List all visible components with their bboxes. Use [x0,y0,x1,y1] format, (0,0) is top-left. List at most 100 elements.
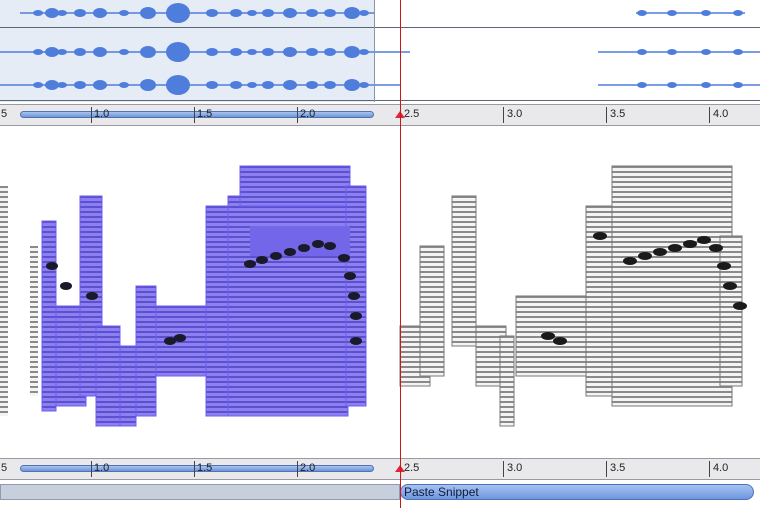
waveform-peak [324,9,336,17]
tick-label: 3.0 [507,108,523,120]
waveform-peak [283,8,297,18]
spectro-formant [338,254,350,262]
tick-label: 3.5 [610,108,626,120]
selected-spectro-band [250,226,350,256]
waveform-peak [733,49,743,55]
waveform-peak [324,48,336,56]
waveform-peak [230,9,242,17]
selected-spectro-band [95,325,121,427]
spectro-formant [350,337,362,345]
spectro-formant [638,252,652,260]
waveform-peak [57,82,67,88]
waveform-peak [344,7,360,19]
spectro-band [499,335,515,427]
waveform-peak [74,81,86,89]
waveform-peak [33,49,43,55]
spectro-formant [541,332,555,340]
spectrogram-svg [0,165,747,427]
snippet-track: Paste Snippet [0,481,760,508]
waveform-peak [344,79,360,91]
waveform-peak [57,49,67,55]
spectrogram-view[interactable] [0,126,760,458]
spectro-band [419,245,445,377]
waveform-peak [166,3,190,23]
waveform-peak [637,82,647,88]
tick-label: 1.5 [197,462,213,474]
time-ruler-top[interactable]: 5 1.0 1.5 2.0 2.5 3.0 3.5 4.0 [0,104,760,126]
waveform-peak [306,48,318,56]
spectro-formant [348,292,360,300]
waveform-peak [93,8,107,18]
tick-label: 3.5 [610,462,626,474]
waveform-peak [93,80,107,90]
waveform-peak [93,47,107,57]
waveform-peak [74,9,86,17]
spectro-formant [553,337,567,345]
spectro-band [30,246,38,396]
playhead-line[interactable] [400,0,401,508]
spectro-formant [324,242,336,250]
spectro-formant [174,334,186,342]
tick-label: 4.0 [713,108,729,120]
waveform-peak [324,81,336,89]
waveform-peak [140,46,156,58]
spectro-formant [312,240,324,248]
waveform-peak [119,82,129,88]
waveform-peak [262,9,274,17]
selected-spectro-band [239,165,351,207]
spectro-formant [593,232,607,240]
waveform-peak [166,42,190,62]
tick-label: 1.5 [197,108,213,120]
tick-label: 1.0 [94,462,110,474]
selected-spectro-band [205,205,229,417]
waveform-peak [283,47,297,57]
waveform-peak [262,48,274,56]
spectro-formant [270,252,282,260]
waveform-peak [667,49,677,55]
waveform-peak [344,46,360,58]
waveform-peak [230,48,242,56]
spectro-formant [668,244,682,252]
time-ruler-bottom[interactable]: 5 1.0 1.5 2.0 2.5 3.0 3.5 4.0 [0,458,760,480]
waveform-peak [33,10,43,16]
waveform-peak [74,48,86,56]
selected-spectro-band [41,220,57,412]
tick-label: 5 [1,462,8,474]
waveform-svg [0,0,760,102]
spectro-formant [256,256,268,264]
tick-label: 4.0 [713,462,729,474]
selected-spectro-band [135,285,157,417]
spectro-formant [683,240,697,248]
tick-label: 2.0 [300,462,316,474]
tick-label: 1.0 [94,108,110,120]
waveform-peak [247,49,257,55]
waveform-peak [140,7,156,19]
spectro-band [0,186,8,416]
paste-snippet-button[interactable]: Paste Snippet [400,484,754,500]
waveform-peak [283,80,297,90]
waveform-peak [701,49,711,55]
spectro-formant [623,257,637,265]
spectro-formant [723,282,737,290]
waveform-peak [119,49,129,55]
waveform-peak [733,10,743,16]
waveform-peak [45,47,59,57]
waveform-peak [359,82,369,88]
waveform-peak [119,10,129,16]
waveform-overview[interactable] [0,0,760,104]
spectro-formant [60,282,72,290]
waveform-peak [701,10,711,16]
waveform-peak [57,10,67,16]
tick-label: 5 [1,108,8,120]
spectro-formant [697,236,711,244]
spectro-formant [46,262,58,270]
spectro-band [611,165,733,407]
waveform-peak [359,10,369,16]
waveform-peak [206,9,218,17]
spectro-formant [298,244,310,252]
waveform-peak [45,80,59,90]
waveform-peak [166,75,190,95]
spectro-formant [350,312,362,320]
waveform-peak [45,8,59,18]
waveform-peak [247,82,257,88]
